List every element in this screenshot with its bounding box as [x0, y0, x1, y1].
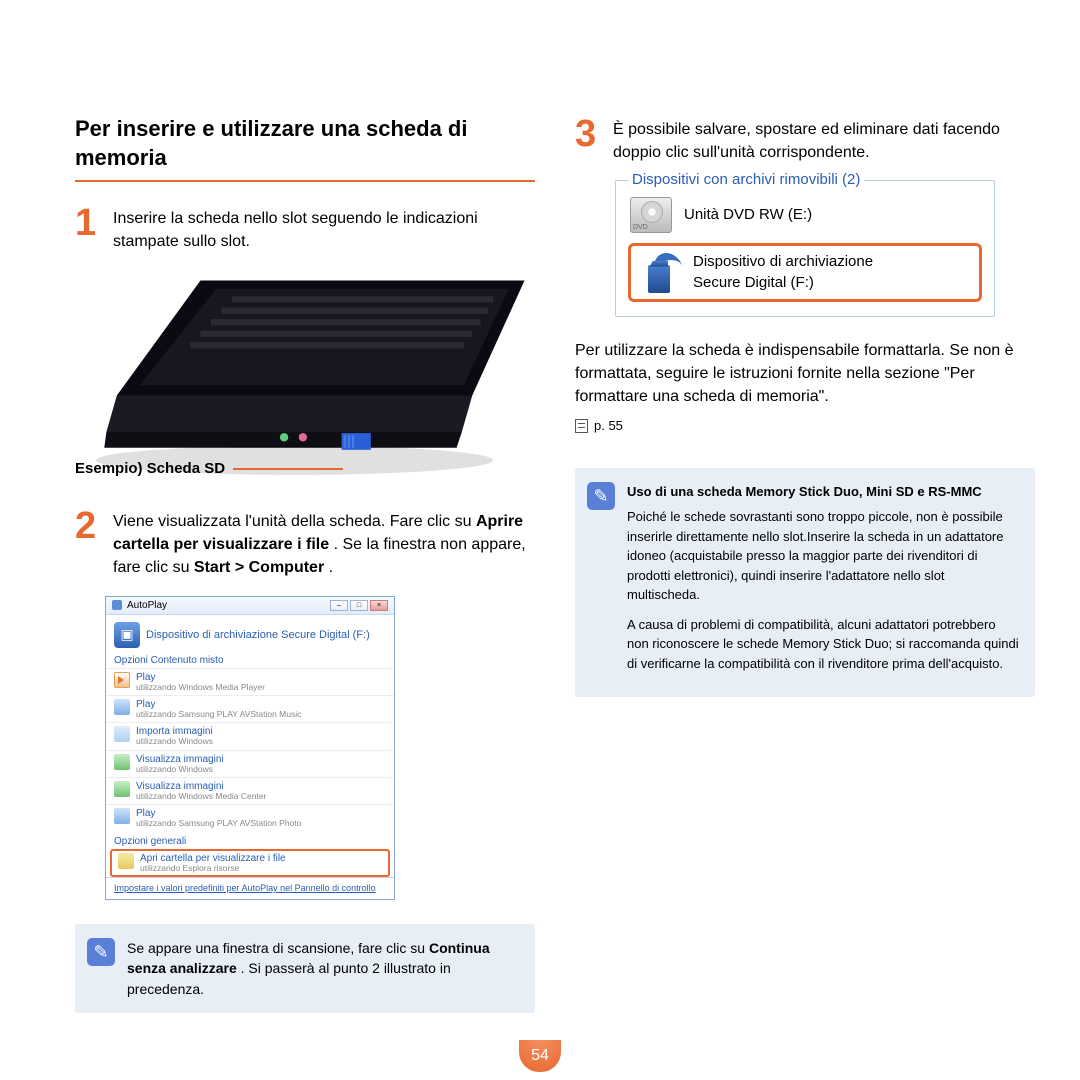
note-paragraph: Poiché le schede sovrastanti sono troppo… [627, 507, 1019, 605]
autoplay-app-icon [112, 600, 122, 610]
text: . [329, 559, 333, 576]
sd-device-icon: ▣ [114, 622, 140, 648]
scan-note-box: ✎ Se appare una finestra di scansione, f… [75, 924, 535, 1013]
step-number: 2 [75, 507, 103, 580]
mixed-content-label: Opzioni Contenuto misto [106, 655, 394, 668]
note-title: Uso di una scheda Memory Stick Duo, Mini… [627, 482, 1019, 502]
minimize-icon: – [330, 600, 348, 611]
dvd-drive-label: Unità DVD RW (E:) [684, 205, 812, 225]
removable-devices-panel: Dispositivi con archivi rimovibili (2) U… [615, 180, 995, 317]
page-number-badge: 54 [519, 1040, 561, 1072]
option-sub: utilizzando Windows [136, 737, 213, 746]
autoplay-option: Playutilizzando Windows Media Player [106, 668, 394, 695]
step-2: 2 Viene visualizzata l'unità della sched… [75, 507, 535, 580]
play-icon [114, 808, 130, 824]
step-number: 3 [575, 115, 603, 164]
option-sub: utilizzando Windows Media Player [136, 683, 265, 692]
text-bold: Start > Computer [194, 559, 324, 576]
option-sub: utilizzando Samsung PLAY AVStation Music [136, 710, 301, 719]
page-reference: p. 55 [575, 418, 623, 433]
autoplay-option: Visualizza immaginiutilizzando Windows M… [106, 777, 394, 804]
step-text: Inserire la scheda nello slot seguendo l… [113, 204, 535, 253]
option-title: Play [136, 672, 265, 683]
autoplay-highlighted-option: Apri cartella per visualizzare i fileuti… [110, 849, 390, 877]
import-icon [114, 726, 130, 742]
text: Secure Digital (F:) [693, 274, 814, 291]
autoplay-window: AutoPlay – □ × ▣ Dispositivo di archivia… [105, 596, 395, 900]
pencil-icon: ✎ [87, 938, 115, 966]
image-icon [114, 754, 130, 770]
general-options-label: Opzioni generali [106, 832, 394, 849]
sd-drive-label: Dispositivo di archiviazione Secure Digi… [693, 252, 873, 293]
laptop-illustration: Esempio) Scheda SD [75, 270, 535, 490]
window-title: AutoPlay [127, 600, 167, 611]
page-ref-icon [575, 419, 588, 433]
format-paragraph: Per utilizzare la scheda è indispensabil… [575, 339, 1035, 409]
text: Viene visualizzata l'unità della scheda.… [113, 513, 476, 530]
autoplay-titlebar: AutoPlay – □ × [106, 597, 394, 615]
text: Dispositivo di archiviazione [693, 253, 873, 270]
step-text: È possibile salvare, spostare ed elimina… [613, 115, 1035, 164]
dvd-drive-item: Unità DVD RW (E:) [628, 191, 982, 239]
removable-legend: Dispositivi con archivi rimovibili (2) [628, 171, 864, 188]
pencil-icon: ✎ [587, 482, 615, 510]
device-title: Dispositivo di archiviazione Secure Digi… [146, 629, 370, 641]
autoplay-option: Importa immaginiutilizzando Windows [106, 722, 394, 749]
option-sub: utilizzando Samsung PLAY AVStation Photo [136, 819, 301, 828]
play-icon [114, 672, 130, 688]
close-icon: × [370, 600, 388, 611]
step-1: 1 Inserire la scheda nello slot seguendo… [75, 204, 535, 253]
dvd-drive-icon [630, 197, 672, 233]
step-number: 1 [75, 204, 103, 253]
page-ref-text: p. 55 [594, 418, 623, 433]
autoplay-option: Playutilizzando Samsung PLAY AVStation M… [106, 695, 394, 722]
option-sub: utilizzando Esplora risorse [140, 864, 286, 873]
option-sub: utilizzando Windows [136, 765, 224, 774]
autoplay-device-row: ▣ Dispositivo di archiviazione Secure Di… [106, 615, 394, 655]
adapter-note-box: ✎ Uso di una scheda Memory Stick Duo, Mi… [575, 468, 1035, 698]
folder-icon [118, 853, 134, 869]
note-text: Se appare una finestra di scansione, far… [127, 938, 519, 999]
note-paragraph: A causa di problemi di compatibilità, al… [627, 615, 1019, 674]
autoplay-settings-link: Impostare i valori predefiniti per AutoP… [114, 883, 376, 893]
text: Se appare una finestra di scansione, far… [127, 940, 429, 956]
maximize-icon: □ [350, 600, 368, 611]
autoplay-footer: Impostare i valori predefiniti per AutoP… [106, 877, 394, 899]
note-body: Uso di una scheda Memory Stick Duo, Mini… [627, 482, 1019, 684]
sd-drive-icon [639, 253, 681, 293]
laptop-svg [75, 270, 535, 490]
image-icon [114, 781, 130, 797]
step-text: Viene visualizzata l'unità della scheda.… [113, 507, 535, 580]
section-title: Per inserire e utilizzare una scheda di … [75, 115, 535, 172]
autoplay-option: Visualizza immaginiutilizzando Windows [106, 750, 394, 777]
play-icon [114, 699, 130, 715]
sd-example-label: Esempio) Scheda SD [75, 460, 225, 477]
step-3: 3 È possibile salvare, spostare ed elimi… [575, 115, 1035, 164]
sd-drive-highlight: Dispositivo di archiviazione Secure Digi… [628, 243, 982, 302]
option-sub: utilizzando Windows Media Center [136, 792, 266, 801]
section-rule [75, 180, 535, 182]
autoplay-option: Playutilizzando Samsung PLAY AVStation P… [106, 804, 394, 831]
sd-callout-line [233, 468, 343, 470]
